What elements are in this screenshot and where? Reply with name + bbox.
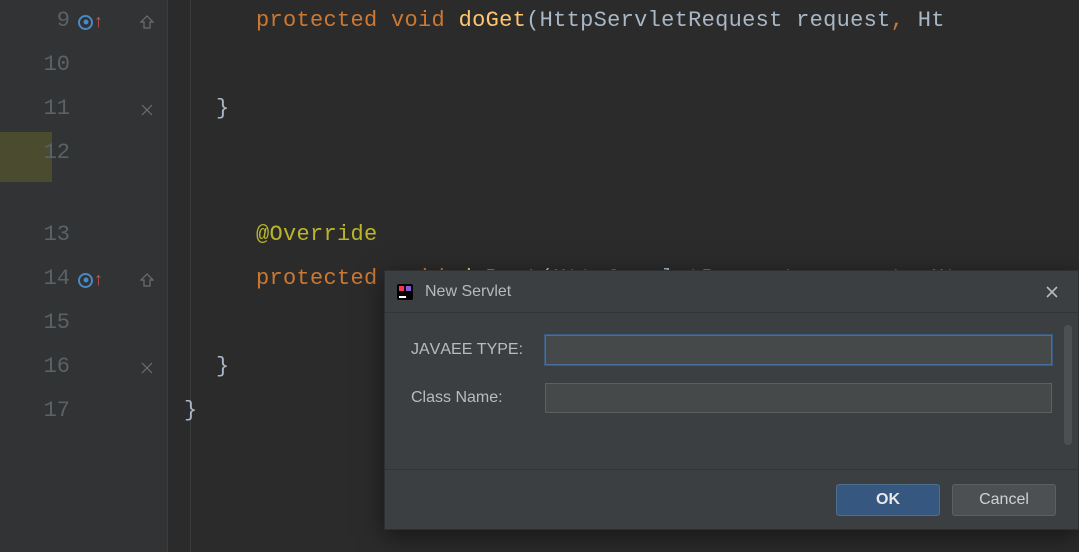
line-number: 10 — [44, 52, 70, 77]
dialog-titlebar[interactable]: New Servlet — [385, 271, 1078, 313]
dialog-button-bar: OK Cancel — [385, 469, 1078, 529]
class-name-label: Class Name: — [411, 389, 545, 407]
fold-gutter — [126, 0, 168, 552]
ok-button[interactable]: OK — [836, 484, 940, 516]
class-name-input[interactable] — [545, 383, 1052, 413]
line-number: 13 — [44, 222, 70, 247]
code-line: } — [216, 354, 230, 379]
intellij-icon — [395, 282, 415, 302]
line-number: 15 — [44, 310, 70, 335]
code-line: protected void doGet(HttpServletRequest … — [256, 8, 945, 33]
dialog-title: New Servlet — [425, 283, 1038, 301]
code-line: } — [184, 398, 198, 423]
override-marker-icon[interactable]: ↑ — [78, 13, 103, 31]
override-marker-icon[interactable]: ↑ — [78, 271, 103, 289]
code-line: } — [216, 96, 230, 121]
marker-gutter: ↑ ↑ — [78, 0, 126, 552]
new-servlet-dialog: New Servlet JAVAEE TYPE: Class Name: OK … — [384, 270, 1079, 530]
code-line: @Override — [256, 222, 378, 247]
left-margin-gutter: 9 10 11 12 13 14 15 16 17 — [0, 0, 78, 552]
cancel-button[interactable]: Cancel — [952, 484, 1056, 516]
dialog-scrollbar[interactable] — [1064, 325, 1072, 445]
fold-end-icon[interactable] — [140, 361, 154, 375]
javaee-type-input[interactable] — [545, 335, 1052, 365]
indent-guide — [190, 0, 191, 552]
line-number: 16 — [44, 354, 70, 379]
line-number: 12 — [44, 140, 70, 165]
line-number: 9 — [57, 8, 70, 33]
javaee-type-label: JAVAEE TYPE: — [411, 341, 545, 359]
line-number: 17 — [44, 398, 70, 423]
fold-end-icon[interactable] — [140, 103, 154, 117]
dialog-body: JAVAEE TYPE: Class Name: — [385, 313, 1078, 469]
fold-collapse-icon[interactable] — [140, 273, 154, 287]
fold-collapse-icon[interactable] — [140, 15, 154, 29]
line-number: 11 — [44, 96, 70, 121]
line-number: 14 — [44, 266, 70, 291]
close-icon[interactable] — [1038, 278, 1066, 306]
